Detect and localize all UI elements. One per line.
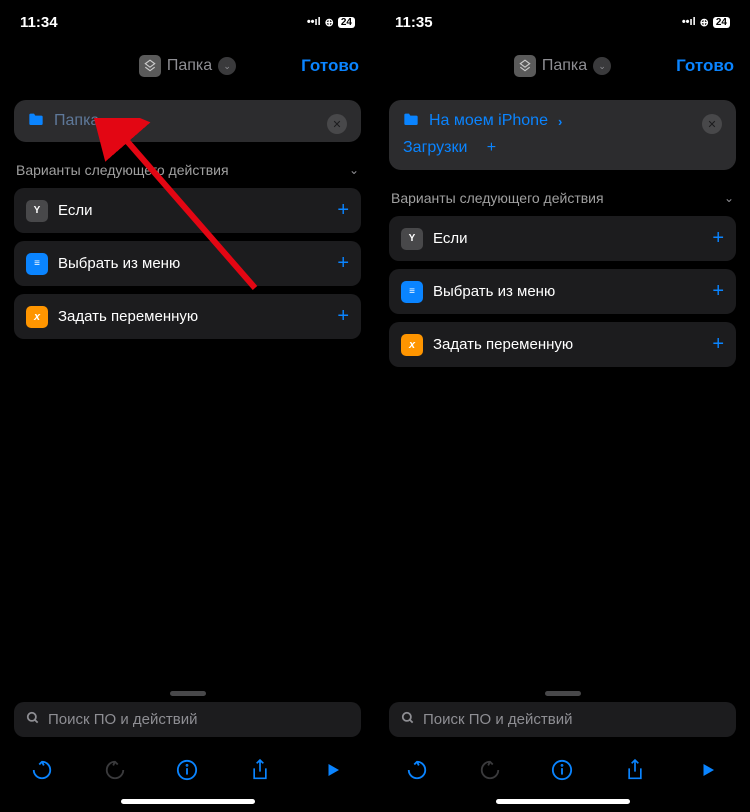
suggestion-label: Выбрать из меню [58, 255, 327, 272]
folder-placeholder-text: Папка [54, 112, 99, 130]
share-button[interactable] [613, 748, 657, 792]
suggestion-menu[interactable]: ≡ Выбрать из меню + [14, 241, 361, 286]
share-button[interactable] [238, 748, 282, 792]
header-title-group[interactable]: Папка ⌄ [514, 55, 611, 77]
chevron-down-icon[interactable]: ⌄ [218, 57, 236, 75]
add-icon[interactable]: + [712, 333, 724, 356]
toolbar [0, 745, 375, 795]
suggestions-list: Y Если + ≡ Выбрать из меню + x Задать пе… [14, 188, 361, 339]
battery-badge: 24 [713, 17, 730, 28]
add-icon[interactable]: + [712, 280, 724, 303]
left-screen: 11:34 ••ıl ⊕ 24 Папка ⌄ Готово Папка ✕ В… [0, 0, 375, 812]
status-time: 11:34 [20, 14, 58, 31]
home-indicator[interactable] [121, 799, 255, 804]
status-icons: ••ıl ⊕ 24 [307, 16, 355, 29]
path-row-1[interactable]: На моем iPhone › [403, 112, 562, 130]
suggestion-if[interactable]: Y Если + [389, 216, 736, 261]
status-bar: 11:34 ••ıl ⊕ 24 [0, 0, 375, 44]
undo-button[interactable] [395, 748, 439, 792]
menu-icon: ≡ [401, 281, 423, 303]
suggestion-menu[interactable]: ≡ Выбрать из меню + [389, 269, 736, 314]
suggestion-label: Если [433, 230, 702, 247]
section-title: Варианты следующего действия [16, 162, 229, 178]
folder-icon [403, 112, 419, 130]
status-bar: 11:35 ••ıl ⊕ 24 [375, 0, 750, 44]
done-button[interactable]: Готово [676, 56, 734, 76]
signal-icon: ••ıl [682, 16, 696, 28]
add-icon[interactable]: + [337, 252, 349, 275]
folder-action-block[interactable]: На моем iPhone › Загрузки + ✕ [389, 100, 736, 170]
menu-icon: ≡ [26, 253, 48, 275]
signal-icon: ••ıl [307, 16, 321, 28]
home-indicator[interactable] [496, 799, 630, 804]
suggestion-if[interactable]: Y Если + [14, 188, 361, 233]
done-button[interactable]: Готово [301, 56, 359, 76]
if-icon: Y [401, 228, 423, 250]
clear-button[interactable]: ✕ [702, 114, 722, 134]
path-segment[interactable]: На моем iPhone [429, 112, 548, 130]
variable-icon: x [401, 334, 423, 356]
if-icon: Y [26, 200, 48, 222]
header: Папка ⌄ Готово [375, 44, 750, 88]
folder-action-block[interactable]: Папка ✕ [14, 100, 361, 142]
chevron-right-icon: › [558, 114, 562, 129]
section-header[interactable]: Варианты следующего действия ⌄ [389, 186, 736, 216]
status-icons: ••ıl ⊕ 24 [682, 16, 730, 29]
redo-button [93, 748, 137, 792]
content: На моем iPhone › Загрузки + ✕ Варианты с… [375, 88, 750, 685]
suggestion-variable[interactable]: x Задать переменную + [389, 322, 736, 367]
section-title: Варианты следующего действия [391, 190, 604, 206]
play-button[interactable] [686, 748, 730, 792]
info-button[interactable] [165, 748, 209, 792]
suggestion-label: Задать переменную [58, 308, 327, 325]
chevron-down-icon: ⌄ [349, 163, 359, 177]
suggestion-label: Выбрать из меню [433, 283, 702, 300]
info-button[interactable] [540, 748, 584, 792]
search-icon [26, 711, 40, 728]
add-icon[interactable]: + [337, 199, 349, 222]
shortcut-icon [514, 55, 536, 77]
add-icon[interactable]: + [337, 305, 349, 328]
search-input[interactable]: Поиск ПО и действий [14, 702, 361, 737]
drawer-grabber[interactable] [170, 691, 206, 696]
search-icon [401, 711, 415, 728]
play-button[interactable] [311, 748, 355, 792]
search-placeholder: Поиск ПО и действий [48, 711, 197, 728]
network-icon: ⊕ [325, 16, 334, 29]
undo-button[interactable] [20, 748, 64, 792]
section-header[interactable]: Варианты следующего действия ⌄ [14, 158, 361, 188]
shortcut-icon [139, 55, 161, 77]
suggestion-label: Задать переменную [433, 336, 702, 353]
path-row-2[interactable]: Загрузки + [403, 138, 501, 158]
redo-button [468, 748, 512, 792]
drawer-grabber[interactable] [545, 691, 581, 696]
folder-icon [28, 112, 44, 130]
network-icon: ⊕ [700, 16, 709, 29]
path-segment[interactable]: Загрузки [403, 139, 467, 157]
status-time: 11:35 [395, 14, 433, 31]
suggestion-label: Если [58, 202, 327, 219]
right-screen: 11:35 ••ıl ⊕ 24 Папка ⌄ Готово На моем i… [375, 0, 750, 812]
chevron-down-icon: ⌄ [724, 191, 734, 205]
header-title-group[interactable]: Папка ⌄ [139, 55, 236, 77]
toolbar [375, 745, 750, 795]
header: Папка ⌄ Готово [0, 44, 375, 88]
search-placeholder: Поиск ПО и действий [423, 711, 572, 728]
clear-button[interactable]: ✕ [327, 114, 347, 134]
battery-badge: 24 [338, 17, 355, 28]
suggestion-variable[interactable]: x Задать переменную + [14, 294, 361, 339]
suggestions-list: Y Если + ≡ Выбрать из меню + x Задать пе… [389, 216, 736, 367]
header-title: Папка [167, 57, 212, 75]
header-title: Папка [542, 57, 587, 75]
add-icon[interactable]: + [712, 227, 724, 250]
variable-icon: x [26, 306, 48, 328]
content: Папка ✕ Варианты следующего действия ⌄ Y… [0, 88, 375, 685]
chevron-down-icon[interactable]: ⌄ [593, 57, 611, 75]
search-input[interactable]: Поиск ПО и действий [389, 702, 736, 737]
add-path-icon[interactable]: + [481, 138, 501, 158]
